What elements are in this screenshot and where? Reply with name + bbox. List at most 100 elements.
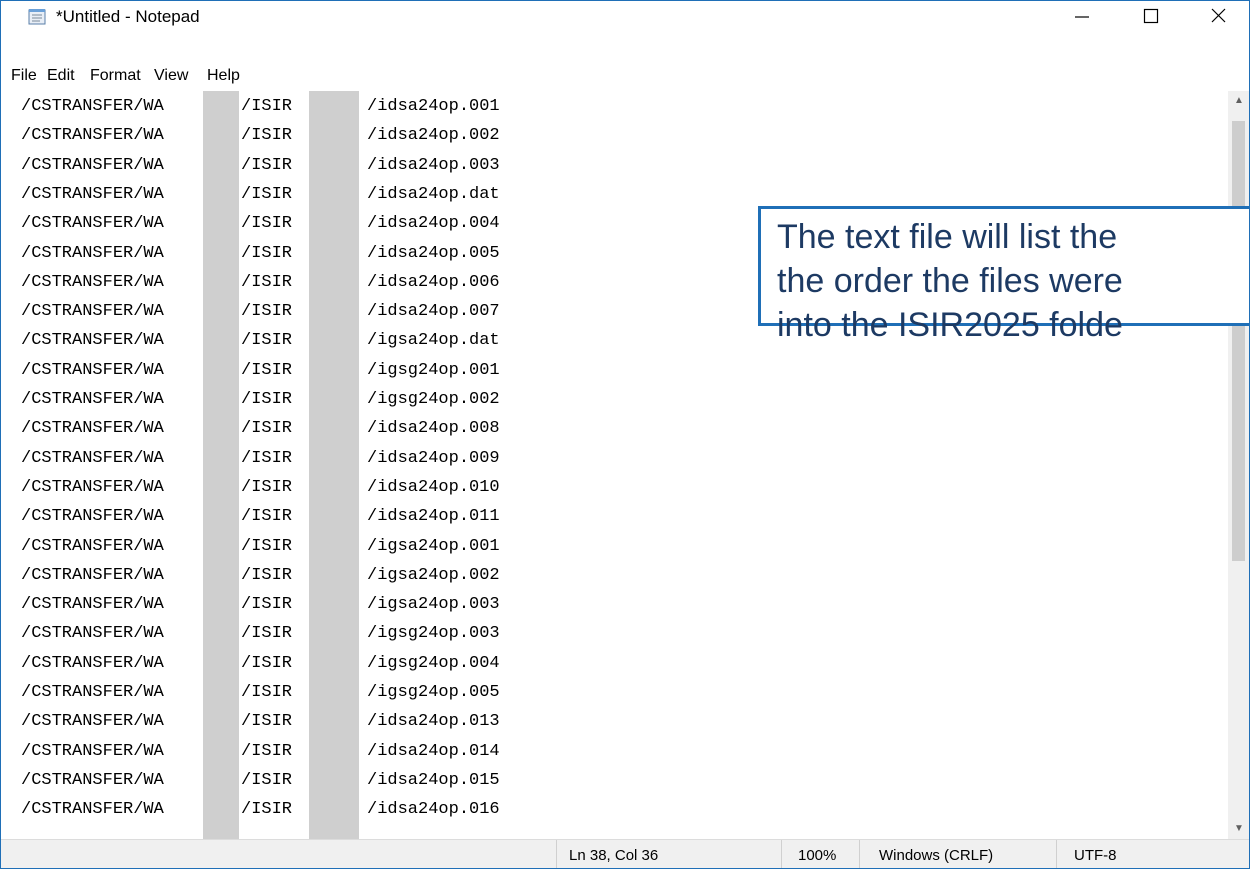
menu-help[interactable]: Help	[207, 63, 240, 89]
line-segment: /idsa24op.001	[367, 97, 500, 116]
redaction-bar	[203, 91, 239, 839]
callout-line: the order the files were	[777, 262, 1123, 300]
callout-text: The text file will list the the order th…	[777, 215, 1123, 347]
line-segment: /CSTRANSFER/WA	[21, 419, 164, 439]
line-segment: /CSTRANSFER/WA	[21, 712, 164, 732]
maximize-button[interactable]	[1128, 1, 1174, 32]
line-segment: /ISIR	[241, 214, 293, 234]
line-segment: /ISIR	[241, 97, 293, 116]
line-segment: /idsa24op.dat	[367, 184, 500, 204]
minimize-icon	[1075, 16, 1089, 18]
line-segment: /CSTRANSFER/WA	[21, 800, 164, 820]
text-editor[interactable]: /CSTRANSFER/WA/ISIR/idsa24op.001/CSTRANS…	[9, 91, 1228, 839]
scrollbar-thumb[interactable]	[1232, 121, 1245, 561]
chevron-down-icon[interactable]: ▼	[1234, 823, 1244, 834]
menu-view[interactable]: View	[154, 63, 188, 89]
callout-line: into the ISIR2025 folde	[777, 306, 1123, 344]
line-segment: /ISIR	[241, 683, 293, 702]
line-segment: /idsa24op.003	[367, 155, 500, 175]
line-segment: /CSTRANSFER/WA	[21, 390, 164, 409]
line-segment: /idsa24op.011	[367, 507, 500, 527]
line-segment: /CSTRANSFER/WA	[21, 126, 164, 146]
line-segment: /ISIR	[241, 536, 293, 556]
line-segment: /idsa24op.002	[367, 126, 500, 146]
line-segment: /CSTRANSFER/WA	[21, 184, 164, 204]
line-segment: /ISIR	[241, 477, 293, 497]
vertical-scrollbar[interactable]: ▲ ▼	[1228, 91, 1249, 839]
status-divider	[859, 840, 860, 868]
line-segment: /idsa24op.009	[367, 448, 500, 468]
line-segment: /ISIR	[241, 624, 293, 644]
callout-box: The text file will list the the order th…	[758, 206, 1249, 344]
chevron-up-icon[interactable]: ▲	[1234, 95, 1244, 106]
line-segment: /igsg24op.001	[367, 360, 500, 380]
line-segment: /ISIR	[241, 565, 293, 585]
line-segment: /ISIR	[241, 331, 293, 351]
line-segment: /igsg24op.003	[367, 624, 500, 644]
line-segment: /ISIR	[241, 419, 293, 439]
menu-format[interactable]: Format	[90, 63, 141, 89]
line-segment: /CSTRANSFER/WA	[21, 360, 164, 380]
line-segment: /ISIR	[241, 712, 293, 732]
line-segment: /ISIR	[241, 741, 293, 761]
line-segment: /ISIR	[241, 272, 293, 292]
menu-file[interactable]: File	[11, 63, 37, 89]
line-segment: /CSTRANSFER/WA	[21, 448, 164, 468]
line-segment: /ISIR	[241, 507, 293, 527]
notepad-window: *Untitled - Notepad File Edit Format Vie…	[0, 0, 1250, 869]
line-segment: /CSTRANSFER/WA	[21, 214, 164, 234]
line-segment: /idsa24op.015	[367, 770, 500, 790]
close-button[interactable]	[1195, 1, 1241, 32]
line-segment: /CSTRANSFER/WA	[21, 97, 164, 116]
line-segment: /CSTRANSFER/WA	[21, 624, 164, 644]
status-line-ending: Windows (CRLF)	[879, 847, 994, 864]
status-zoom: 100%	[798, 847, 837, 864]
line-segment: /ISIR	[241, 302, 293, 322]
line-segment: /igsa24op.003	[367, 595, 500, 615]
line-segment: /ISIR	[241, 390, 293, 409]
line-segment: /igsg24op.005	[367, 683, 500, 702]
line-segment: /ISIR	[241, 360, 293, 380]
line-segment: /idsa24op.006	[367, 272, 500, 292]
line-segment: /igsg24op.004	[367, 653, 500, 673]
line-segment: /CSTRANSFER/WA	[21, 507, 164, 527]
status-divider	[1056, 840, 1057, 868]
line-segment: /CSTRANSFER/WA	[21, 536, 164, 556]
line-segment: /idsa24op.016	[367, 800, 500, 820]
menu-bar: File Edit Format View Help	[1, 63, 1249, 89]
redaction-bar	[309, 91, 359, 839]
line-segment: /CSTRANSFER/WA	[21, 653, 164, 673]
status-encoding: UTF-8	[1074, 847, 1117, 864]
callout-line: The text file will list the	[777, 218, 1118, 256]
line-segment: /CSTRANSFER/WA	[21, 683, 164, 702]
title-bar[interactable]: *Untitled - Notepad	[1, 1, 1249, 32]
line-segment: /ISIR	[241, 595, 293, 615]
line-segment: /idsa24op.004	[367, 214, 500, 234]
line-segment: /ISIR	[241, 155, 293, 175]
close-icon	[1211, 8, 1226, 23]
line-segment: /CSTRANSFER/WA	[21, 477, 164, 497]
minimize-button[interactable]	[1059, 1, 1105, 32]
status-bar: Ln 38, Col 36 100% Windows (CRLF) UTF-8	[1, 839, 1249, 868]
line-segment: /igsa24op.dat	[367, 331, 500, 351]
line-segment: /CSTRANSFER/WA	[21, 770, 164, 790]
line-segment: /idsa24op.014	[367, 741, 500, 761]
line-segment: /ISIR	[241, 800, 293, 820]
line-segment: /CSTRANSFER/WA	[21, 272, 164, 292]
line-segment: /ISIR	[241, 653, 293, 673]
status-divider	[781, 840, 782, 868]
status-cursor-position: Ln 38, Col 36	[569, 847, 659, 864]
line-segment: /CSTRANSFER/WA	[21, 595, 164, 615]
line-segment: /CSTRANSFER/WA	[21, 331, 164, 351]
status-divider	[556, 840, 557, 868]
line-segment: /CSTRANSFER/WA	[21, 302, 164, 322]
maximize-icon	[1143, 8, 1159, 24]
line-segment: /idsa24op.007	[367, 302, 500, 322]
line-segment: /ISIR	[241, 243, 293, 263]
menu-edit[interactable]: Edit	[47, 63, 75, 89]
line-segment: /ISIR	[241, 184, 293, 204]
notepad-icon	[28, 9, 46, 25]
line-segment: /CSTRANSFER/WA	[21, 243, 164, 263]
line-segment: /idsa24op.010	[367, 477, 500, 497]
line-segment: /igsa24op.001	[367, 536, 500, 556]
